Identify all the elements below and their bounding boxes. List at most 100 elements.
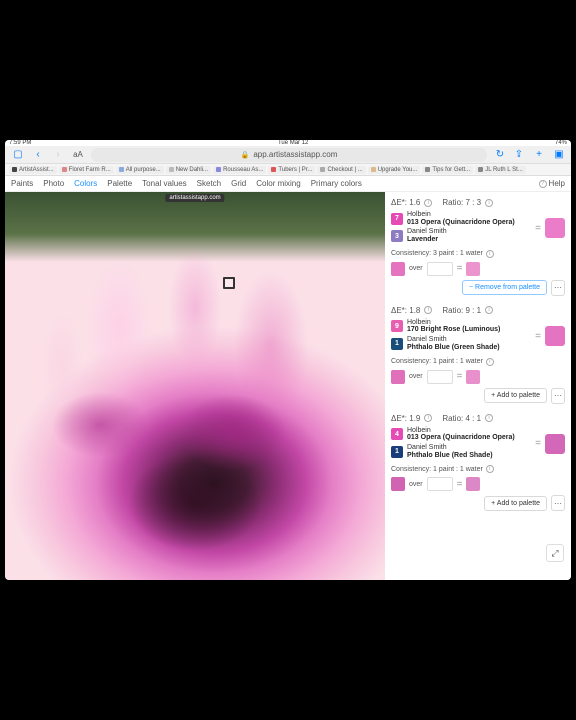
bookmark-item[interactable]: JL Ruth L St... [475, 166, 526, 174]
bookmark-label: All purpose... [126, 167, 161, 173]
tab-help[interactable]: ?Help [539, 179, 565, 188]
url-tooltip: artistassistapp.com [165, 194, 224, 202]
new-tab-icon[interactable]: + [533, 149, 545, 161]
info-icon[interactable]: i [486, 358, 494, 366]
bookmark-label: JL Ruth L St... [485, 167, 523, 173]
bookmark-item[interactable]: All purpose... [116, 166, 164, 174]
equals-sign: = [535, 223, 541, 234]
color-mix-card: ΔE*: 1.6 i Ratio: 7 : 3 i7 Holbein 013 O… [391, 198, 565, 296]
over-label: over [409, 265, 423, 272]
photo-image[interactable] [5, 192, 385, 580]
tab-palette[interactable]: Palette [107, 179, 132, 188]
paint-brand: Holbein [407, 319, 500, 327]
url-text: app.artistassistapp.com [253, 150, 337, 159]
bookmark-item[interactable]: Tubers | Pr... [268, 166, 315, 174]
paint-info: Holbein 170 Bright Rose (Luminous) [407, 319, 500, 334]
tab-paints[interactable]: Paints [11, 179, 33, 188]
consistency-label: Consistency: 1 paint : 1 water [391, 358, 483, 365]
info-icon[interactable]: i [485, 414, 493, 422]
info-icon[interactable]: i [424, 199, 432, 207]
paint-mix-row: 4 Holbein 013 Opera (Quinacridone Opera)… [391, 427, 565, 462]
paint-brand: Daniel Smith [407, 444, 493, 452]
equals-sign: = [535, 331, 541, 342]
tab-tonal-values[interactable]: Tonal values [142, 179, 186, 188]
ratio-chip: 1 [391, 338, 403, 350]
lock-icon: 🔒 [241, 151, 250, 159]
add-to-palette-button[interactable]: + Add to palette [484, 496, 547, 511]
url-bar[interactable]: 🔒 app.artistassistapp.com [91, 148, 487, 162]
paint-name: 013 Opera (Quinacridone Opera) [407, 434, 515, 442]
bookmark-item[interactable]: New Dahli... [166, 166, 211, 174]
tab-colors[interactable]: Colors [74, 179, 97, 188]
ratio-label: Ratio: 4 : 1 [442, 414, 481, 423]
sidebar-toggle-icon[interactable]: ▢ [11, 148, 25, 162]
ratio-chip: 4 [391, 428, 403, 440]
bookmark-item[interactable]: ArtistAssist... [9, 166, 57, 174]
ratio-chip: 1 [391, 446, 403, 458]
paper-swatch [427, 477, 453, 491]
layer-preview-row: over = [391, 477, 565, 491]
paint-name: 013 Opera (Quinacridone Opera) [407, 219, 515, 227]
bookmarks-bar: ArtistAssist... Floret Farm R... All purpo… [5, 164, 571, 176]
add-to-palette-button[interactable]: + Add to palette [484, 388, 547, 403]
photo-panel[interactable]: artistassistapp.com [5, 192, 385, 580]
info-icon[interactable]: i [424, 414, 432, 422]
ratio-chip: 9 [391, 320, 403, 332]
info-icon[interactable]: i [486, 250, 494, 258]
paint-brand: Daniel Smith [407, 228, 447, 236]
consistency-row: Consistency: 3 paint : 1 wateri [391, 250, 565, 258]
back-button[interactable]: ‹ [31, 148, 45, 162]
paint-info: Holbein 013 Opera (Quinacridone Opera) [407, 211, 515, 226]
tab-color-mixing[interactable]: Color mixing [256, 179, 300, 188]
more-options-button[interactable]: ⋯ [551, 388, 565, 404]
info-icon[interactable]: i [485, 199, 493, 207]
color-sample-marker[interactable] [223, 277, 235, 289]
result-over-swatch [466, 262, 480, 276]
bookmark-favicon [478, 167, 483, 172]
bookmark-favicon [62, 167, 67, 172]
bookmark-label: ArtistAssist... [19, 167, 54, 173]
forward-button[interactable]: › [51, 148, 65, 162]
paint-component: 4 Holbein 013 Opera (Quinacridone Opera) [391, 427, 531, 442]
reload-button[interactable]: ↻ [493, 148, 507, 162]
result-swatch [545, 434, 565, 454]
info-icon[interactable]: i [486, 465, 494, 473]
bookmark-item[interactable]: Floret Farm R... [59, 166, 114, 174]
tab-photo[interactable]: Photo [43, 179, 64, 188]
ratio-label: Ratio: 7 : 3 [442, 198, 481, 207]
paint-brand: Daniel Smith [407, 336, 500, 344]
tabs-icon[interactable]: ▣ [553, 149, 565, 161]
bookmark-item[interactable]: Checkout | ... [317, 166, 365, 174]
tab-grid[interactable]: Grid [231, 179, 246, 188]
paint-swatch [391, 262, 405, 276]
paint-name: Phthalo Blue (Red Shade) [407, 452, 493, 460]
bookmark-item[interactable]: Upgrade You... [368, 166, 421, 174]
info-icon[interactable]: i [424, 306, 432, 314]
more-options-button[interactable]: ⋯ [551, 280, 565, 296]
paint-info: Holbein 013 Opera (Quinacridone Opera) [407, 427, 515, 442]
expand-icon[interactable]: ⤢ [546, 544, 564, 562]
ratio-chip: 3 [391, 230, 403, 242]
bookmark-item[interactable]: Tips for Gett... [422, 166, 473, 174]
share-icon[interactable]: ⇪ [513, 149, 525, 161]
equals-sign: = [535, 438, 541, 449]
more-options-button[interactable]: ⋯ [551, 495, 565, 511]
paint-brand: Holbein [407, 211, 515, 219]
bookmark-label: Checkout | ... [327, 167, 362, 173]
consistency-label: Consistency: 3 paint : 1 water [391, 250, 483, 257]
info-icon[interactable]: i [485, 306, 493, 314]
equals-sign: = [457, 371, 463, 382]
paint-swatch [391, 370, 405, 384]
tab-primary-colors[interactable]: Primary colors [311, 179, 362, 188]
result-over-swatch [466, 370, 480, 384]
help-label: Help [549, 179, 565, 188]
paint-component: 1 Daniel Smith Phthalo Blue (Green Shade… [391, 336, 531, 351]
remove-from-palette-button[interactable]: − Remove from palette [462, 280, 547, 295]
tab-sketch[interactable]: Sketch [197, 179, 221, 188]
paper-swatch [427, 370, 453, 384]
bookmark-item[interactable]: Rousseau As... [213, 166, 266, 174]
paint-name: Lavender [407, 236, 447, 244]
over-label: over [409, 481, 423, 488]
text-size-button[interactable]: aA [71, 148, 85, 162]
paint-name: Phthalo Blue (Green Shade) [407, 344, 500, 352]
